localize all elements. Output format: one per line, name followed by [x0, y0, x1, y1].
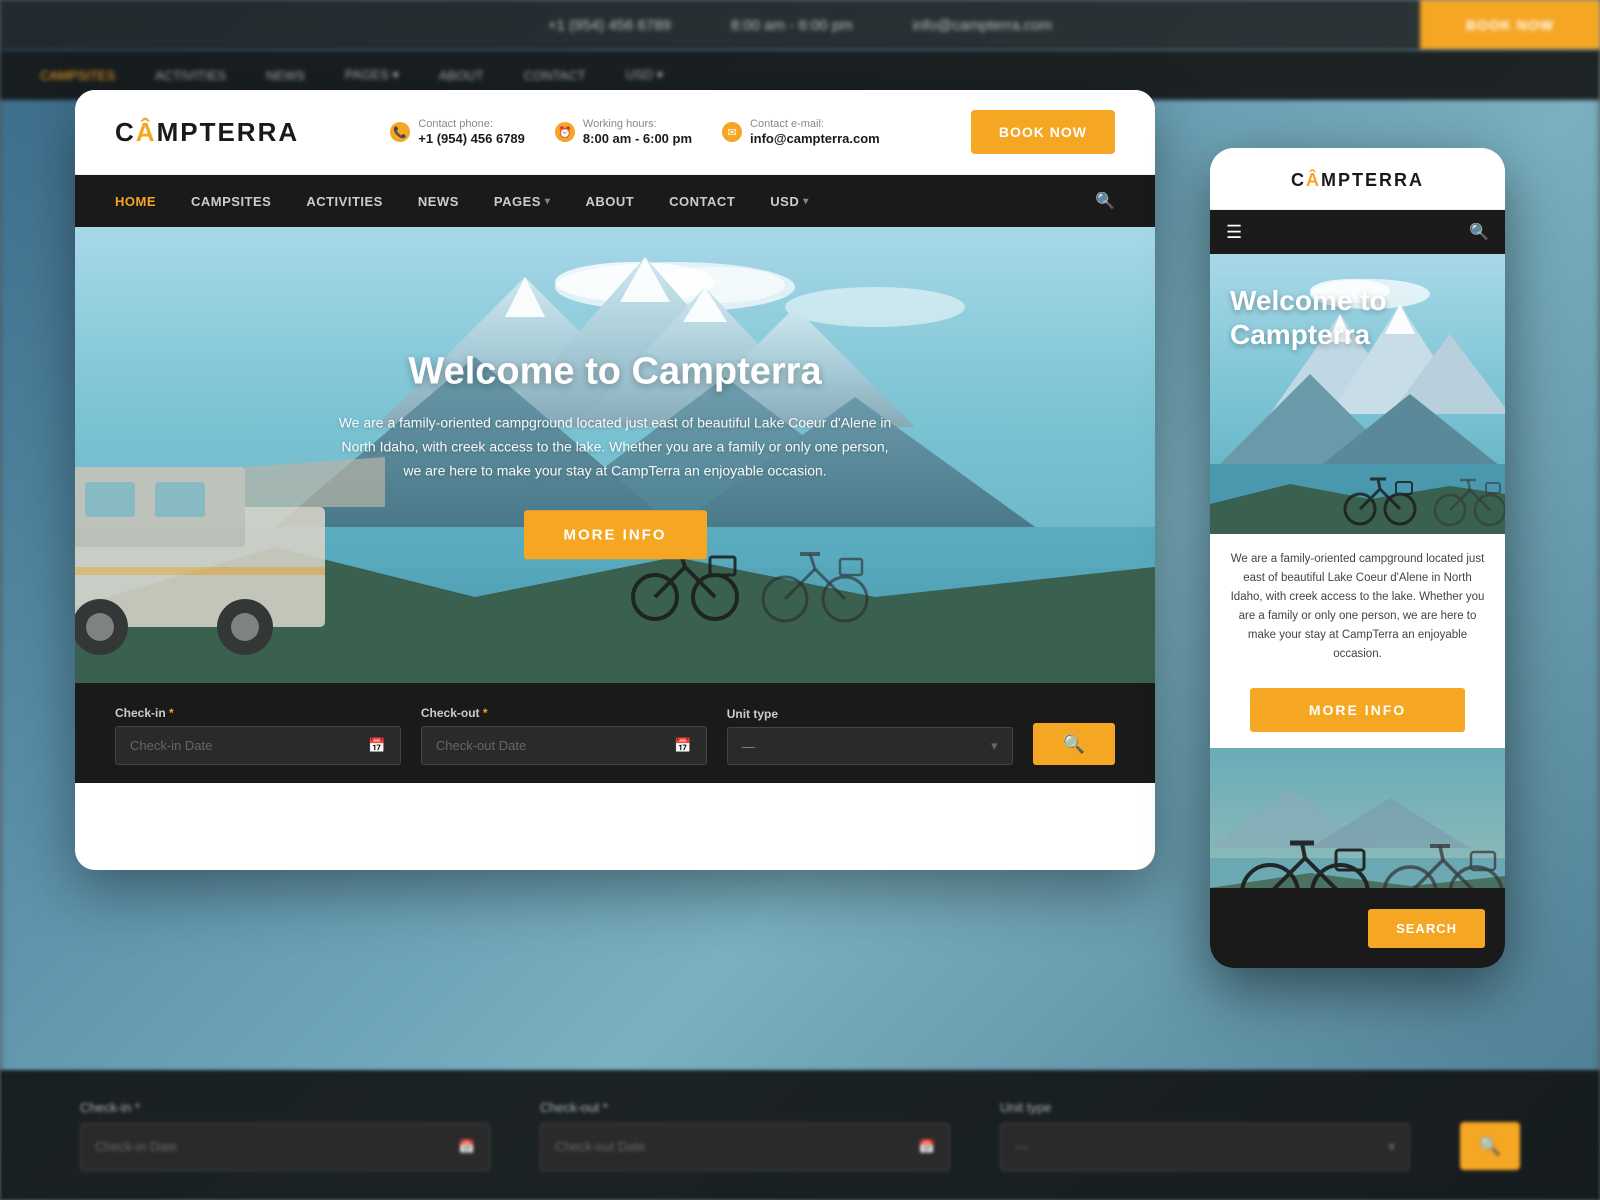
nav-pages[interactable]: PAGES ▾: [494, 194, 551, 209]
mobile-search-button[interactable]: SEARCH: [1368, 909, 1485, 948]
mobile-more-info-button[interactable]: MORE INFO: [1250, 688, 1465, 732]
hours-label: Working hours:: [583, 118, 692, 131]
phone-label: Contact phone:: [418, 118, 525, 131]
bg-phone: +1 (954) 456 6789: [548, 17, 671, 34]
mobile-cta-area: MORE INFO: [1210, 688, 1505, 732]
nav-home[interactable]: HOME: [115, 194, 156, 209]
mail-icon: ✉: [722, 122, 742, 142]
hero-description: We are a family-oriented campground loca…: [335, 411, 895, 482]
checkin-input[interactable]: Check-in Date 📅: [115, 726, 401, 765]
bg-hours: 8:00 am - 6:00 pm: [731, 17, 853, 34]
hamburger-menu-icon[interactable]: ☰: [1226, 222, 1242, 243]
nav-search-icon[interactable]: 🔍: [1095, 191, 1115, 211]
unit-type-placeholder: —: [742, 739, 755, 754]
desktop-nav: HOME CAMPSITES ACTIVITIES NEWS PAGES ▾ A…: [75, 175, 1155, 227]
phone-icon: 📞: [390, 122, 410, 142]
mobile-hero: Welcome toCampterra: [1210, 254, 1505, 534]
mobile-booking-bottom: SEARCH: [1210, 888, 1505, 968]
unit-type-label: Unit type: [727, 707, 1013, 721]
email-value: info@campterra.com: [750, 131, 880, 146]
nav-campsites[interactable]: CAMPSITES: [191, 194, 271, 209]
checkin-label: Check-in *: [115, 706, 401, 720]
mobile-nav: ☰ 🔍: [1210, 210, 1505, 254]
mobile-mockup: CÂMPTERRA ☰ 🔍: [1210, 148, 1505, 968]
bg-top-bar: +1 (954) 456 6789 8:00 am - 6:00 pm info…: [0, 0, 1600, 50]
phone-value: +1 (954) 456 6789: [418, 131, 525, 146]
checkout-field: Check-out * Check-out Date 📅: [421, 706, 707, 765]
hours-value: 8:00 am - 6:00 pm: [583, 131, 692, 146]
booking-bar: Check-in * Check-in Date 📅 Check-out * C…: [75, 683, 1155, 783]
hero-title: Welcome to Campterra: [335, 350, 895, 393]
desktop-mockup: CÂMPTERRA 📞 Contact phone: +1 (954) 456 …: [75, 90, 1155, 870]
unit-type-field: Unit type — ▾: [727, 707, 1013, 765]
mobile-hero-description: We are a family-oriented campground loca…: [1230, 550, 1485, 664]
email-info: ✉ Contact e-mail: info@campterra.com: [722, 118, 880, 146]
checkout-placeholder: Check-out Date: [436, 738, 526, 753]
unit-type-select[interactable]: — ▾: [727, 727, 1013, 765]
mobile-hero-title: Welcome toCampterra: [1230, 284, 1485, 351]
checkout-calendar-icon: 📅: [674, 737, 691, 754]
bg-email: info@campterra.com: [913, 17, 1052, 34]
checkin-placeholder: Check-in Date: [130, 738, 212, 753]
hero-content: Welcome to Campterra We are a family-ori…: [335, 350, 895, 559]
header-info: 📞 Contact phone: +1 (954) 456 6789 ⏰ Wor…: [390, 118, 879, 146]
logo: CÂMPTERRA: [115, 117, 299, 148]
hero-more-info-button[interactable]: MORE INFO: [524, 511, 707, 560]
mobile-logo-accent: Â: [1306, 170, 1321, 190]
email-label: Contact e-mail:: [750, 118, 880, 131]
card-header: CÂMPTERRA 📞 Contact phone: +1 (954) 456 …: [75, 90, 1155, 175]
checkout-input[interactable]: Check-out Date 📅: [421, 726, 707, 765]
nav-news[interactable]: NEWS: [418, 194, 459, 209]
mobile-header: CÂMPTERRA: [1210, 148, 1505, 210]
checkout-label: Check-out *: [421, 706, 707, 720]
checkin-calendar-icon: 📅: [368, 737, 385, 754]
book-now-button[interactable]: BOOK NOW: [971, 110, 1115, 154]
hero-section: Welcome to Campterra We are a family-ori…: [75, 227, 1155, 683]
phone-info: 📞 Contact phone: +1 (954) 456 6789: [390, 118, 525, 146]
select-arrow-icon: ▾: [991, 738, 998, 754]
mobile-hero-content: Welcome toCampterra: [1210, 284, 1505, 365]
nav-usd[interactable]: USD ▾: [770, 194, 808, 209]
search-button[interactable]: 🔍: [1033, 723, 1115, 765]
mobile-logo: CÂMPTERRA: [1291, 170, 1424, 191]
nav-contact[interactable]: CONTACT: [669, 194, 735, 209]
nav-about[interactable]: ABOUT: [585, 194, 634, 209]
logo-accent: Â: [136, 117, 157, 147]
hours-info: ⏰ Working hours: 8:00 am - 6:00 pm: [555, 118, 692, 146]
nav-activities[interactable]: ACTIVITIES: [306, 194, 383, 209]
bg-booking-bar: Check-in * Check-in Date 📅 Check-out * C…: [0, 1070, 1600, 1200]
mobile-description-area: We are a family-oriented campground loca…: [1210, 534, 1505, 672]
search-icon: 🔍: [1063, 734, 1085, 755]
checkin-field: Check-in * Check-in Date 📅: [115, 706, 401, 765]
clock-icon: ⏰: [555, 122, 575, 142]
mobile-search-icon[interactable]: 🔍: [1469, 222, 1489, 242]
